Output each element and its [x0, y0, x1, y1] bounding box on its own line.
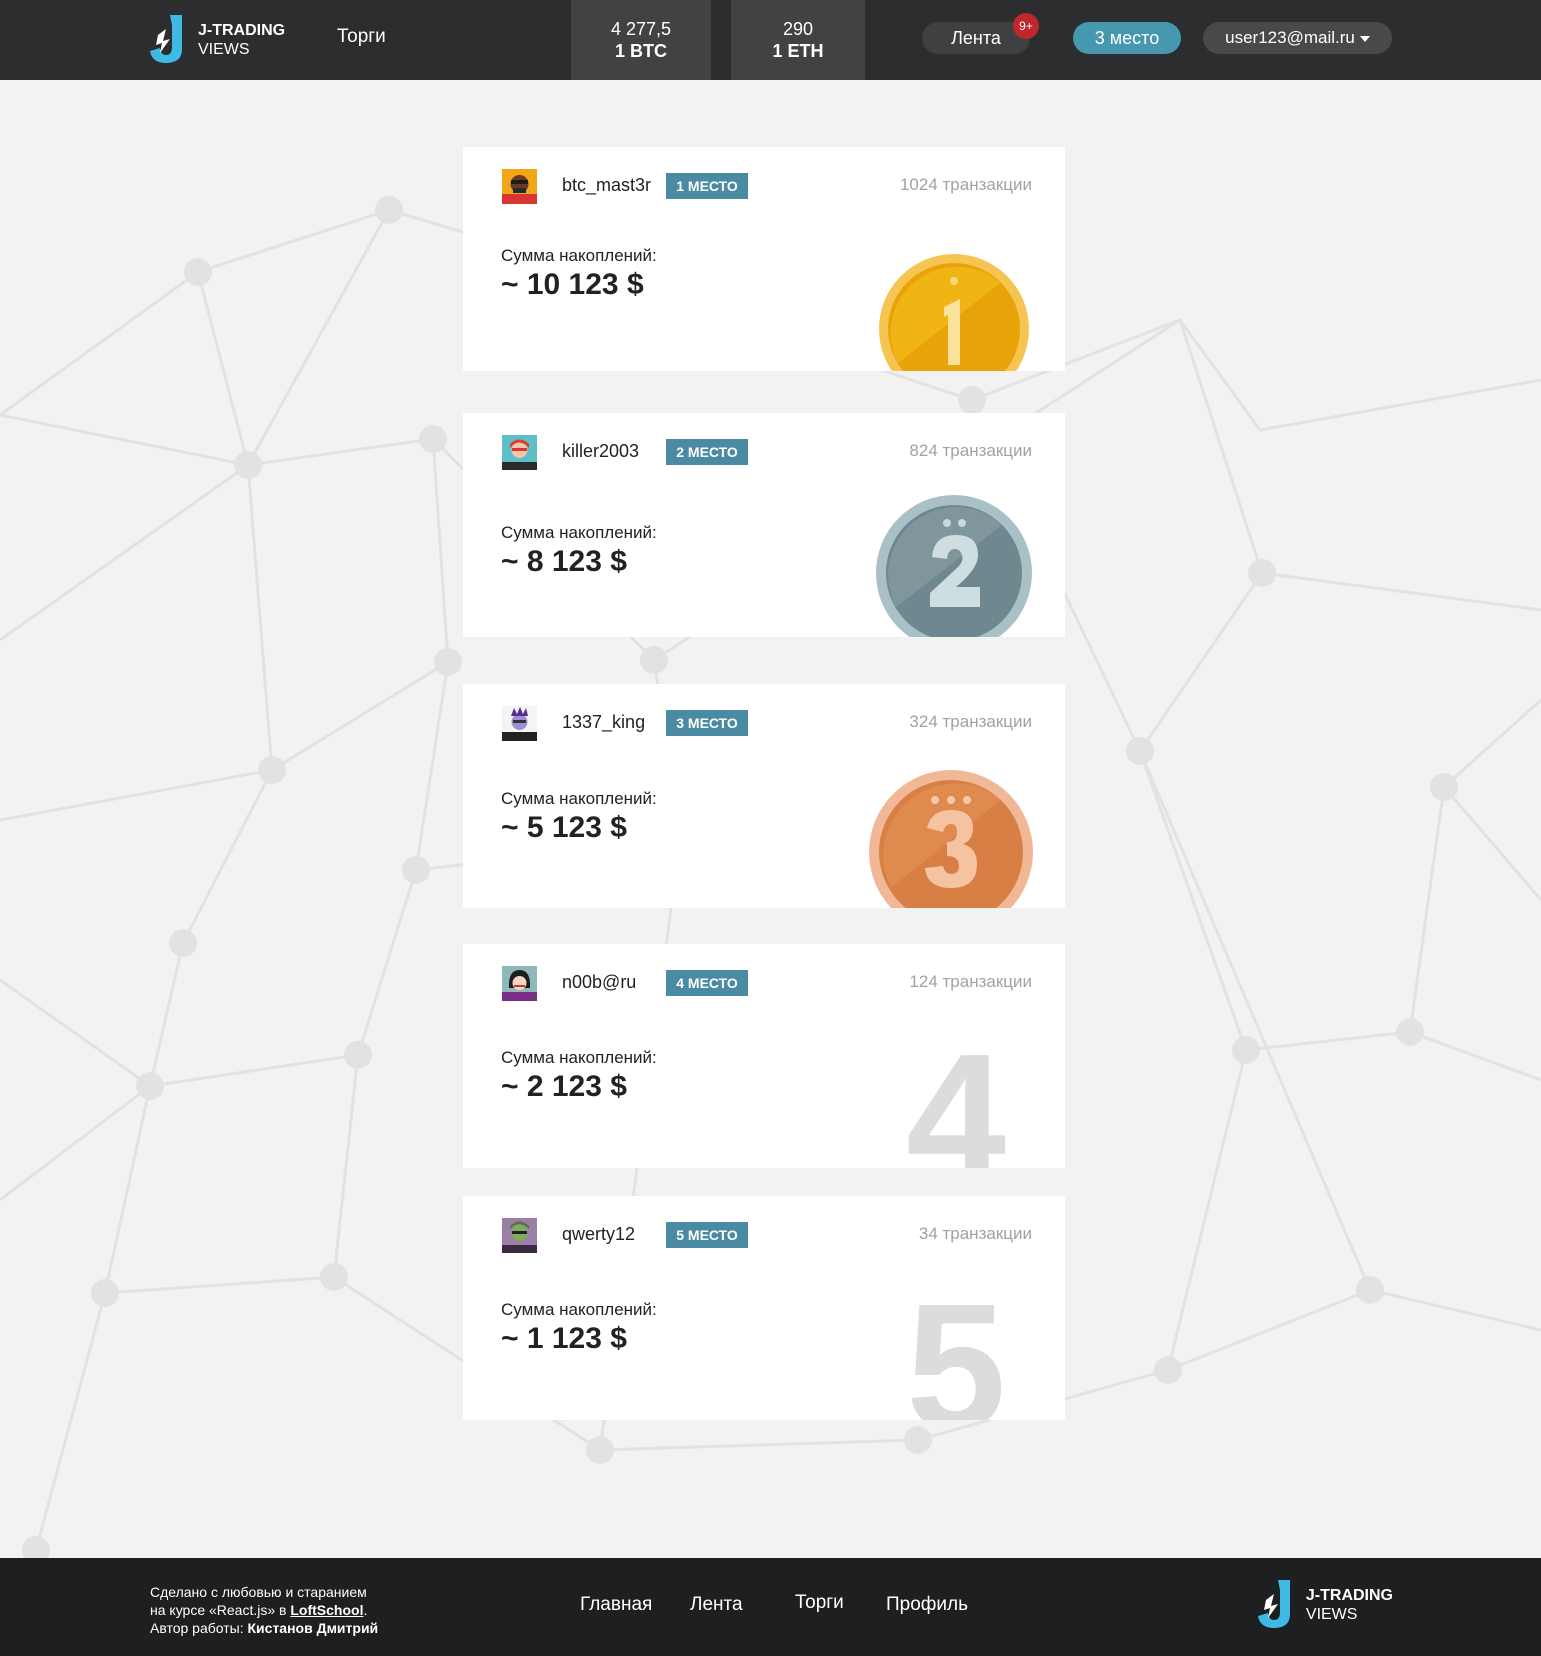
savings-label: Сумма накоплений: — [501, 523, 657, 542]
transactions-count: 1024 транзакции — [899, 175, 1032, 194]
btc-rate-value: 4 277,5 — [610, 19, 672, 39]
rank-number: 4 — [906, 1017, 1007, 1169]
rank-number: 5 — [906, 1267, 1007, 1421]
author-name: Кистанов Дмитрий — [247, 1620, 379, 1636]
user-avatar[interactable] — [502, 706, 537, 741]
eth-rate-currency: 1 ETH — [772, 41, 824, 61]
savings-amount: ~ 1 123 $ — [501, 1322, 627, 1355]
transactions-count: 824 транзакции — [909, 441, 1032, 460]
savings-amount: ~ 10 123 $ — [501, 268, 644, 301]
place-tag: 2 МЕСТО — [666, 439, 748, 465]
header-logo[interactable]: J-TRADING VIEWS — [148, 15, 285, 65]
eth-rate-button[interactable]: 290 1 ETH — [731, 0, 865, 80]
feed-notification-badge: 9+ — [1013, 13, 1039, 39]
place-tag: 1 МЕСТО — [666, 173, 748, 199]
footer-nav-profile[interactable]: Профиль — [886, 1594, 968, 1616]
credit-line: на курсе «React.js» в LoftSchool. — [150, 1601, 378, 1619]
chevron-down-icon — [1359, 35, 1370, 42]
user-avatar[interactable] — [502, 966, 537, 1001]
leader-card: 1337_king 3 МЕСТО 324 транзакции Сумма н… — [463, 684, 1065, 908]
savings-label: Сумма накоплений: — [501, 789, 657, 808]
silver-medal-icon — [876, 495, 1032, 637]
loftschool-link[interactable]: LoftSchool — [290, 1602, 363, 1618]
transactions-count: 34 транзакции — [918, 1224, 1032, 1243]
savings-amount: ~ 5 123 $ — [501, 811, 627, 844]
credit-text: на курсе «React.js» в — [150, 1602, 291, 1618]
credit-line: Сделано с любовью и старанием — [150, 1584, 367, 1600]
footer-credits: Сделано с любовью и старанием на курсе «… — [150, 1583, 378, 1637]
j-trading-logo-icon — [1257, 1580, 1290, 1628]
place-tag: 4 МЕСТО — [666, 970, 748, 996]
place-tag: 5 МЕСТО — [666, 1222, 748, 1248]
place-tag: 3 МЕСТО — [666, 710, 748, 736]
logo-title: J-TRADING — [198, 22, 286, 39]
username[interactable]: btc_mast3r — [562, 175, 651, 196]
user-avatar[interactable] — [502, 435, 537, 470]
j-trading-logo-icon — [150, 15, 182, 63]
user-menu-dropdown[interactable]: user123@mail.ru — [1203, 22, 1392, 54]
btc-rate-button[interactable]: 4 277,5 1 BTC — [571, 0, 711, 80]
bronze-medal-icon — [869, 770, 1033, 908]
savings-amount: ~ 8 123 $ — [501, 545, 627, 578]
user-avatar[interactable] — [502, 1218, 537, 1253]
footer-nav-home[interactable]: Главная — [580, 1594, 652, 1616]
credit-text: Автор работы: — [150, 1620, 248, 1636]
savings-amount: ~ 2 123 $ — [501, 1070, 627, 1103]
logo-subtitle: VIEWS — [198, 41, 250, 58]
leader-card: killer2003 2 МЕСТО 824 транзакции Сумма … — [463, 413, 1065, 637]
footer-nav-feed[interactable]: Лента — [690, 1594, 743, 1616]
leader-card: qwerty12 5 МЕСТО 34 транзакции Сумма нак… — [463, 1196, 1065, 1420]
logo-title: J-TRADING — [1305, 1587, 1393, 1604]
logo-subtitle: VIEWS — [1305, 1606, 1358, 1623]
nav-trade-link[interactable]: Торги — [337, 26, 386, 48]
leader-card: btc_mast3r 1 МЕСТО 1024 транзакции Сумма… — [463, 147, 1065, 371]
transactions-count: 324 транзакции — [909, 712, 1032, 731]
footer: Сделано с любовью и старанием на курсе «… — [0, 1558, 1541, 1656]
username[interactable]: killer2003 — [562, 441, 639, 462]
top-header: J-TRADING VIEWS Торги 4 277,5 1 BTC 290 … — [0, 0, 1541, 80]
username[interactable]: n00b@ru — [562, 972, 636, 993]
savings-label: Сумма накоплений: — [501, 1300, 657, 1319]
savings-label: Сумма накоплений: — [501, 246, 657, 265]
savings-label: Сумма накоплений: — [501, 1048, 657, 1067]
footer-logo[interactable]: J-TRADING VIEWS — [1256, 1580, 1393, 1630]
user-avatar[interactable] — [502, 169, 537, 204]
gold-medal-icon — [879, 254, 1029, 371]
footer-nav-trade[interactable]: Торги — [795, 1592, 844, 1614]
my-place-button[interactable]: 3 место — [1073, 22, 1181, 54]
leader-card: n00b@ru 4 МЕСТО 124 транзакции Сумма нак… — [463, 944, 1065, 1168]
username[interactable]: qwerty12 — [562, 1224, 635, 1245]
btc-rate-currency: 1 BTC — [614, 41, 667, 61]
user-email: user123@mail.ru — [1225, 28, 1355, 47]
username[interactable]: 1337_king — [562, 712, 645, 733]
transactions-count: 124 транзакции — [909, 972, 1032, 991]
eth-rate-value: 290 — [782, 19, 814, 39]
credit-line: Автор работы: Кистанов Дмитрий — [150, 1619, 378, 1637]
credit-text: . — [363, 1602, 368, 1618]
